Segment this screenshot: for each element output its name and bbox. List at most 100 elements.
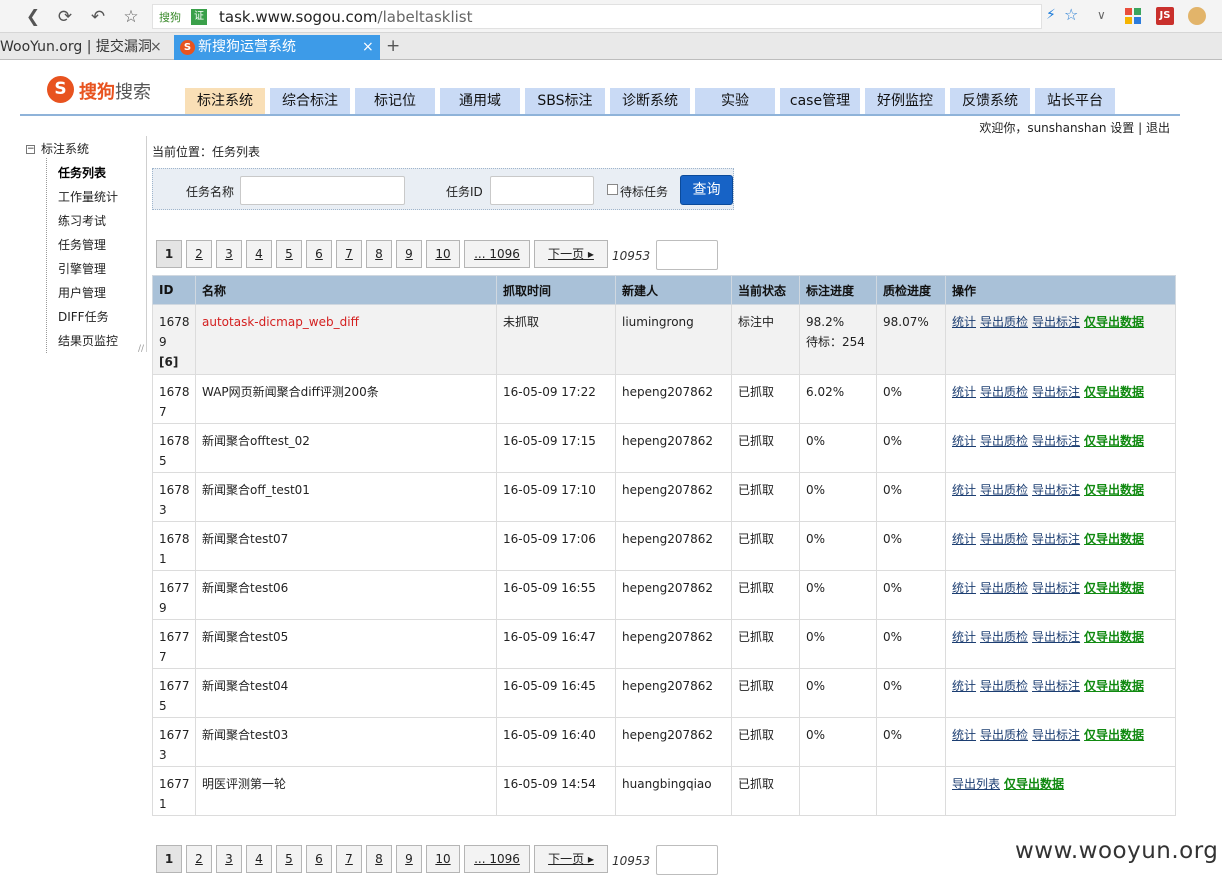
stats-link[interactable]: 统计 [952, 434, 976, 448]
address-bar[interactable]: 搜狗 证 task.www.sogou.com/labeltasklist [152, 4, 1042, 29]
menu-item-sbs[interactable]: SBS标注 [525, 88, 605, 114]
page-2[interactable]: 2 [186, 845, 212, 873]
sidebar-item-task-list[interactable]: 任务列表 [58, 164, 106, 181]
task-name-link[interactable]: autotask-dicmap_web_diff [202, 315, 359, 329]
page-last[interactable]: ... 1096 [464, 845, 530, 873]
menu-item-comprehensive[interactable]: 综合标注 [270, 88, 350, 114]
stats-link[interactable]: 统计 [952, 315, 976, 329]
sidebar-item-engine-manage[interactable]: 引擎管理 [58, 260, 106, 277]
sidebar-item-practice-exam[interactable]: 练习考试 [58, 212, 106, 229]
menu-item-webmaster[interactable]: 站长平台 [1035, 88, 1115, 114]
export-data-only-link[interactable]: 仅导出数据 [1084, 315, 1144, 329]
export-label-link[interactable]: 导出标注 [1032, 532, 1080, 546]
export-data-only-link[interactable]: 仅导出数据 [1084, 385, 1144, 399]
page-9[interactable]: 9 [396, 240, 422, 268]
page-7[interactable]: 7 [336, 845, 362, 873]
export-data-only-link[interactable]: 仅导出数据 [1084, 581, 1144, 595]
page-jump-input[interactable] [656, 845, 718, 875]
settings-link[interactable]: 设置 [1110, 121, 1134, 135]
export-qc-link[interactable]: 导出质检 [980, 581, 1028, 595]
tab-sogou-ops[interactable]: S 新搜狗运营系统 × [174, 35, 380, 60]
url-text[interactable]: task.www.sogou.com/labeltasklist [219, 8, 472, 26]
export-data-only-link[interactable]: 仅导出数据 [1084, 728, 1144, 742]
tree-root[interactable]: − 标注系统 [26, 140, 89, 157]
page-8[interactable]: 8 [366, 240, 392, 268]
back-icon[interactable]: ❮ [22, 6, 44, 28]
sidebar-item-task-manage[interactable]: 任务管理 [58, 236, 106, 253]
export-data-only-link[interactable]: 仅导出数据 [1084, 434, 1144, 448]
sidebar-item-diff-task[interactable]: DIFF任务 [58, 308, 109, 325]
page-7[interactable]: 7 [336, 240, 362, 268]
export-qc-link[interactable]: 导出质检 [980, 385, 1028, 399]
page-3[interactable]: 3 [216, 240, 242, 268]
export-label-link[interactable]: 导出标注 [1032, 434, 1080, 448]
export-list-link[interactable]: 导出列表 [952, 777, 1000, 791]
stats-link[interactable]: 统计 [952, 679, 976, 693]
menu-item-feedback[interactable]: 反馈系统 [950, 88, 1030, 114]
export-data-only-link[interactable]: 仅导出数据 [1004, 777, 1064, 791]
menu-item-diagnosis[interactable]: 诊断系统 [610, 88, 690, 114]
new-tab-button[interactable]: + [386, 33, 400, 60]
page-4[interactable]: 4 [246, 845, 272, 873]
export-data-only-link[interactable]: 仅导出数据 [1084, 483, 1144, 497]
export-label-link[interactable]: 导出标注 [1032, 679, 1080, 693]
page-6[interactable]: 6 [306, 845, 332, 873]
page-2[interactable]: 2 [186, 240, 212, 268]
js-extension-icon[interactable]: JS [1156, 7, 1174, 25]
pending-task-checkbox[interactable] [607, 184, 618, 195]
menu-item-marker[interactable]: 标记位 [355, 88, 435, 114]
stats-link[interactable]: 统计 [952, 581, 976, 595]
page-5[interactable]: 5 [276, 845, 302, 873]
export-label-link[interactable]: 导出标注 [1032, 315, 1080, 329]
task-id-input[interactable] [490, 176, 594, 205]
export-qc-link[interactable]: 导出质检 [980, 483, 1028, 497]
page-jump-input[interactable] [656, 240, 718, 270]
refresh-icon[interactable]: ⟳ [54, 6, 76, 28]
stats-link[interactable]: 统计 [952, 385, 976, 399]
menu-item-case[interactable]: case管理 [780, 88, 860, 114]
speed-mode-icon[interactable]: ⚡ [1046, 7, 1056, 23]
next-page-button[interactable]: 下一页 ▸ [534, 845, 608, 873]
stats-link[interactable]: 统计 [952, 483, 976, 497]
menu-item-labeling[interactable]: 标注系统 [185, 88, 265, 114]
export-label-link[interactable]: 导出标注 [1032, 728, 1080, 742]
stats-link[interactable]: 统计 [952, 532, 976, 546]
page-last[interactable]: ... 1096 [464, 240, 530, 268]
page-8[interactable]: 8 [366, 845, 392, 873]
export-data-only-link[interactable]: 仅导出数据 [1084, 679, 1144, 693]
certificate-icon[interactable]: 证 [191, 9, 207, 25]
sidebar-item-user-manage[interactable]: 用户管理 [58, 284, 106, 301]
export-qc-link[interactable]: 导出质检 [980, 630, 1028, 644]
export-qc-link[interactable]: 导出质检 [980, 315, 1028, 329]
export-label-link[interactable]: 导出标注 [1032, 483, 1080, 497]
favorite-star-icon[interactable]: ☆ [120, 6, 142, 28]
export-label-link[interactable]: 导出标注 [1032, 385, 1080, 399]
export-qc-link[interactable]: 导出质检 [980, 679, 1028, 693]
cookie-extension-icon[interactable] [1188, 7, 1206, 25]
menu-item-experiment[interactable]: 实验 [695, 88, 775, 114]
export-data-only-link[interactable]: 仅导出数据 [1084, 532, 1144, 546]
tab-wooyun[interactable]: WooYun.org | 提交漏洞 × [0, 35, 166, 60]
export-label-link[interactable]: 导出标注 [1032, 581, 1080, 595]
export-qc-link[interactable]: 导出质检 [980, 434, 1028, 448]
close-icon[interactable]: × [362, 35, 374, 60]
menu-item-good-case[interactable]: 好例监控 [865, 88, 945, 114]
task-name-input[interactable] [240, 176, 405, 205]
export-data-only-link[interactable]: 仅导出数据 [1084, 630, 1144, 644]
sidebar-item-workload[interactable]: 工作量统计 [58, 188, 118, 205]
page-4[interactable]: 4 [246, 240, 272, 268]
collapse-icon[interactable]: − [26, 145, 35, 154]
apps-grid-icon[interactable] [1124, 7, 1142, 25]
logout-link[interactable]: 退出 [1146, 121, 1170, 135]
export-label-link[interactable]: 导出标注 [1032, 630, 1080, 644]
page-1[interactable]: 1 [156, 240, 182, 268]
sidebar-item-serp-monitor[interactable]: 结果页监控 [58, 332, 118, 349]
export-qc-link[interactable]: 导出质检 [980, 532, 1028, 546]
page-5[interactable]: 5 [276, 240, 302, 268]
stats-link[interactable]: 统计 [952, 728, 976, 742]
url-dropdown-icon[interactable]: ∨ [1097, 8, 1106, 22]
page-9[interactable]: 9 [396, 845, 422, 873]
export-qc-link[interactable]: 导出质检 [980, 728, 1028, 742]
page-6[interactable]: 6 [306, 240, 332, 268]
next-page-button[interactable]: 下一页 ▸ [534, 240, 608, 268]
